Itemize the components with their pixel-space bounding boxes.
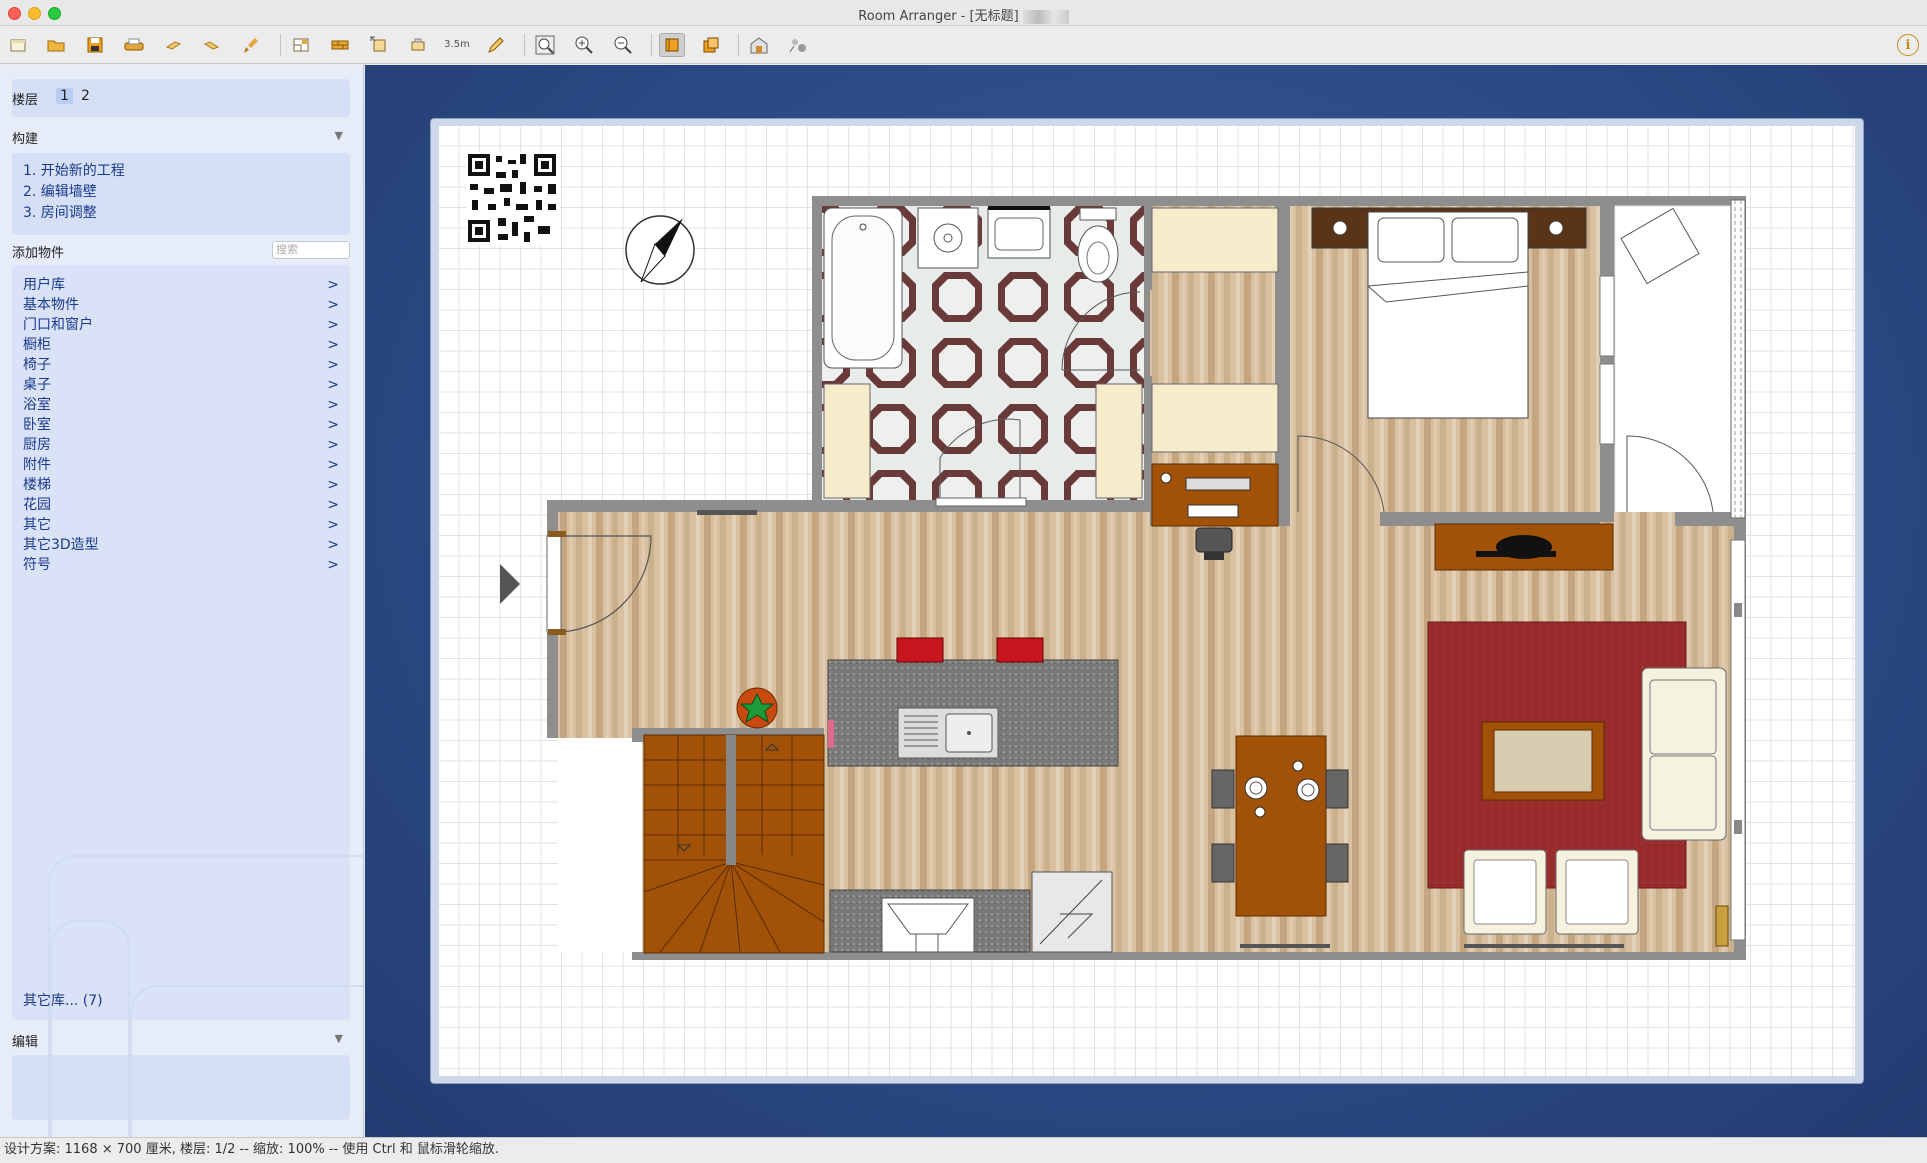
bar-stool-right[interactable]: [996, 637, 1044, 663]
entrance-arrow-icon: [500, 564, 520, 604]
wardrobe-top[interactable]: [1151, 207, 1279, 273]
dining-table[interactable]: [1235, 735, 1327, 917]
floor-plan[interactable]: [0, 0, 1927, 1163]
potted-plant[interactable]: [736, 687, 778, 729]
bath-cabinet-left[interactable]: [823, 383, 871, 499]
compass-icon[interactable]: [625, 215, 695, 285]
bar-stool-left[interactable]: [896, 637, 944, 663]
bath-cabinet-right[interactable]: [1095, 383, 1143, 499]
qr-code: [466, 152, 560, 246]
office-chair[interactable]: [1195, 527, 1233, 553]
wardrobe-middle[interactable]: [1151, 383, 1279, 453]
status-bar: 设计方案: 1168 × 700 厘米, 楼层: 1/2 -- 缩放: 100%…: [0, 1137, 1927, 1163]
toilet[interactable]: [1079, 207, 1117, 221]
